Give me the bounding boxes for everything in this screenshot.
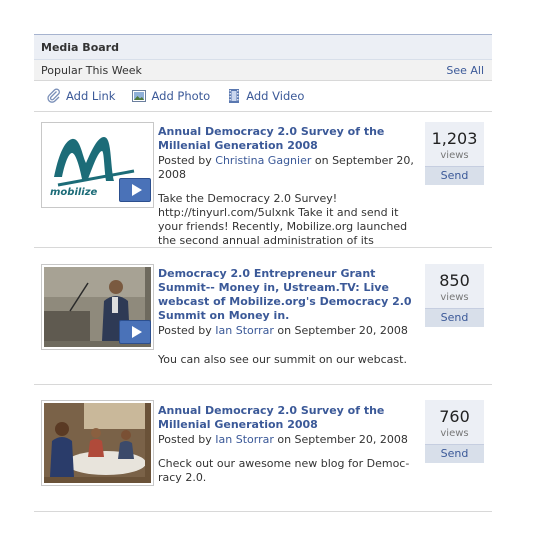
post-date: on September 20, 2008 bbox=[273, 433, 408, 446]
posted-by-label: Posted by bbox=[158, 154, 216, 167]
meeting-photo bbox=[44, 403, 151, 483]
play-icon[interactable] bbox=[119, 320, 151, 344]
video-thumbnail[interactable]: mobilize bbox=[41, 122, 154, 208]
view-count: 760 bbox=[439, 407, 470, 426]
film-icon bbox=[226, 88, 242, 104]
add-video-label: Add Video bbox=[246, 89, 305, 103]
item-title[interactable]: Democracy 2.0 Entrepreneur Grant Summit-… bbox=[158, 267, 418, 323]
board-title: Media Board bbox=[34, 34, 492, 60]
item-meta: Posted by Ian Storrar on September 20, 2… bbox=[158, 433, 418, 447]
play-icon[interactable] bbox=[119, 178, 151, 202]
add-photo-label: Add Photo bbox=[151, 89, 211, 103]
views-box: 760 views Send bbox=[425, 400, 484, 463]
item-description: You can also see our summit on our webca… bbox=[158, 353, 407, 366]
item-body: Annual Democracy 2.0 Survey of the Mille… bbox=[158, 404, 418, 485]
views-label: views bbox=[440, 428, 469, 439]
views-box: 850 views Send bbox=[425, 264, 484, 327]
paperclip-icon bbox=[46, 88, 62, 104]
subheader-label: Popular This Week bbox=[41, 63, 142, 77]
send-button[interactable]: Send bbox=[425, 308, 484, 327]
item-meta: Posted by Christina Gagnier on September… bbox=[158, 154, 418, 182]
see-all-link[interactable]: See All bbox=[446, 64, 484, 77]
views-box: 1,203 views Send bbox=[425, 122, 484, 185]
video-thumbnail[interactable] bbox=[41, 264, 154, 350]
author-link[interactable]: Ian Storrar bbox=[215, 324, 274, 337]
author-link[interactable]: Christina Gagnier bbox=[215, 154, 311, 167]
item-body: Annual Democracy 2.0 Survey of the Mille… bbox=[158, 125, 418, 248]
item-meta: Posted by Ian Storrar on September 20, 2… bbox=[158, 324, 418, 338]
send-button[interactable]: Send bbox=[425, 166, 484, 185]
media-item: mobilize Annual Democracy 2.0 Survey of … bbox=[34, 112, 492, 248]
views-label: views bbox=[440, 292, 469, 303]
author-link[interactable]: Ian Storrar bbox=[215, 433, 274, 446]
views-label: views bbox=[440, 150, 469, 161]
item-description: Take the Democracy 2.0 Survey! http://ti… bbox=[158, 192, 408, 247]
media-item: Annual Democracy 2.0 Survey of the Mille… bbox=[34, 385, 492, 512]
posted-by-label: Posted by bbox=[158, 433, 216, 446]
photo-thumbnail[interactable] bbox=[41, 400, 154, 486]
popular-subheader: Popular This Week See All bbox=[34, 60, 492, 81]
item-title[interactable]: Annual Democracy 2.0 Survey of the Mille… bbox=[158, 125, 418, 153]
add-video-button[interactable]: Add Video bbox=[226, 88, 304, 104]
add-photo-button[interactable]: Add Photo bbox=[131, 88, 210, 104]
add-link-label: Add Link bbox=[66, 89, 116, 103]
item-title[interactable]: Annual Democracy 2.0 Survey of the Mille… bbox=[158, 404, 418, 432]
photo-icon bbox=[131, 88, 147, 104]
posted-by-label: Posted by bbox=[158, 324, 216, 337]
media-board: Media Board Popular This Week See All Ad… bbox=[34, 34, 492, 512]
logo-wordmark: mobilize bbox=[50, 187, 98, 198]
view-count: 1,203 bbox=[431, 129, 478, 148]
media-item: Democracy 2.0 Entrepreneur Grant Summit-… bbox=[34, 248, 492, 385]
media-actions: Add Link Add Photo Add Video bbox=[34, 81, 492, 112]
item-description: Check out our awesome new blog for Democ… bbox=[158, 457, 410, 484]
post-date: on September 20, 2008 bbox=[273, 324, 408, 337]
item-body: Democracy 2.0 Entrepreneur Grant Summit-… bbox=[158, 267, 418, 367]
send-button[interactable]: Send bbox=[425, 444, 484, 463]
add-link-button[interactable]: Add Link bbox=[46, 88, 115, 104]
view-count: 850 bbox=[439, 271, 470, 290]
